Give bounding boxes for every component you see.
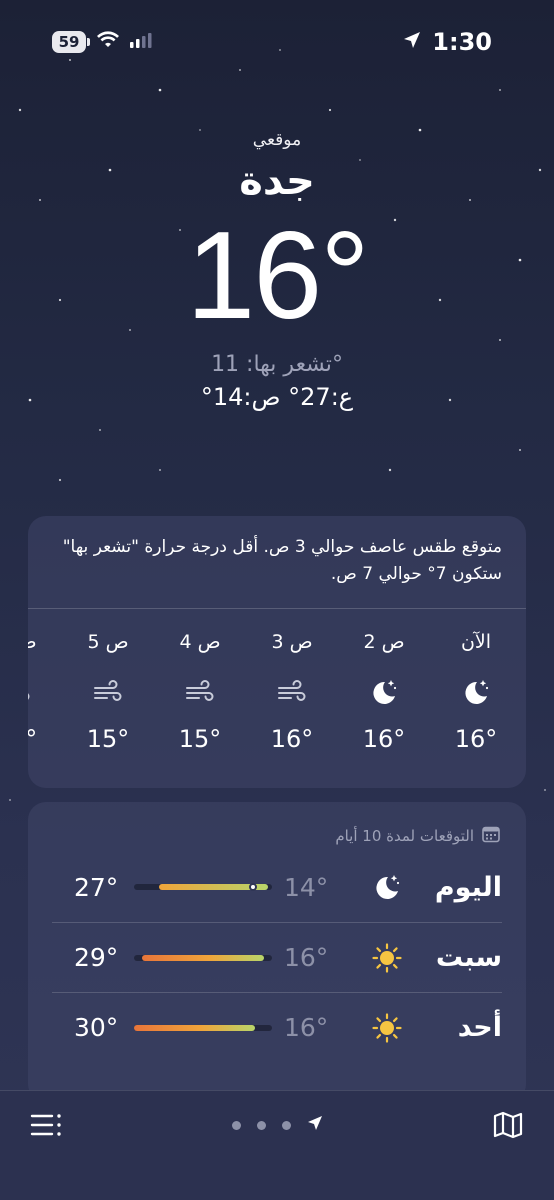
hour-temperature: 16° [454, 725, 498, 753]
ten-day-title: التوقعات لمدة 10 أيام [28, 802, 526, 852]
wind-icon [28, 663, 62, 721]
status-bar: 59 1:30 [0, 0, 554, 84]
hourly-item: 3 ص 16° [246, 609, 338, 753]
temperature-range-fill [142, 955, 264, 961]
battery-indicator: 59 [52, 31, 90, 53]
hour-label: 3 ص [271, 631, 313, 653]
hour-temperature: 14° [28, 725, 38, 753]
hourly-forecast-card[interactable]: متوقع طقس عاصف حوالي 3 ص. أقل درجة حرارة… [28, 516, 526, 788]
sun-icon [372, 1013, 402, 1047]
wind-icon [246, 663, 338, 721]
hour-label: 6 ص [28, 631, 62, 657]
ten-day-forecast-card[interactable]: التوقعات لمدة 10 أيام اليوم 14° 27° سبت 16° 2… [28, 802, 526, 1102]
hour-label: 2 ص [363, 631, 405, 653]
page-dot[interactable] [231, 1120, 241, 1130]
page-dot[interactable] [256, 1120, 266, 1130]
hourly-item: 2 ص 16° [338, 609, 430, 753]
feels-like: تشعر بها: 11° [211, 352, 343, 377]
hour-temperature: 16° [270, 725, 314, 753]
hour-temperature: 15° [86, 725, 130, 753]
day-low-temp: 14° [284, 872, 329, 902]
hour-temperature: 15° [178, 725, 222, 753]
hourly-item: 4 ص 15° [154, 609, 246, 753]
forecast-summary: متوقع طقس عاصف حوالي 3 ص. أقل درجة حرارة… [62, 537, 502, 584]
day-high-temp: 27° [74, 872, 119, 902]
wind-icon [62, 663, 154, 721]
hourly-item: الآن 16° [430, 609, 522, 753]
city-name: جدة [239, 158, 315, 204]
wifi-icon [96, 31, 120, 53]
hourly-item: 5 ص 15° [62, 609, 154, 753]
day-high-temp: 30° [74, 1013, 119, 1042]
location-label: موقعي [252, 130, 302, 150]
moon-stars-icon [372, 872, 402, 906]
wind-icon [154, 663, 246, 721]
hour-label: 5 ص [87, 631, 129, 653]
ten-day-title-text: التوقعات لمدة 10 أيام [335, 827, 474, 845]
day-low-temp: 16° [284, 1013, 329, 1042]
high-low: ع:27° ص:14° [200, 383, 354, 411]
bottom-toolbar [0, 1090, 554, 1200]
day-high-temp: 29° [74, 943, 119, 972]
moon-stars-icon [430, 663, 522, 721]
page-dot[interactable] [281, 1120, 291, 1130]
day-name: أحد [457, 1012, 502, 1043]
current-temp-marker [248, 883, 257, 891]
current-weather-header: موقعي جدة 16° تشعر بها: 11° ع:27° ص:14° [0, 130, 554, 411]
location-arrow-icon [402, 28, 422, 56]
calendar-icon [482, 825, 500, 847]
sun-icon [372, 943, 402, 977]
day-row[interactable]: اليوم 14° 27° [52, 852, 502, 922]
hour-label: 4 ص [179, 631, 221, 653]
temperature-range-bar [134, 955, 272, 961]
temperature-range-bar [134, 1025, 272, 1031]
hour-temperature: 16° [362, 725, 406, 753]
current-location-page-icon[interactable] [307, 1115, 323, 1135]
day-name: اليوم [434, 871, 502, 903]
day-row[interactable]: سبت 16° 29° [52, 922, 502, 992]
day-name: سبت [435, 942, 502, 973]
current-temperature: 16° [186, 207, 370, 345]
temperature-range-fill [134, 1025, 256, 1031]
day-low-temp: 16° [284, 943, 329, 972]
day-row[interactable]: أحد 16° 30° [52, 992, 502, 1062]
cellular-signal-icon [130, 32, 152, 52]
hourly-list[interactable]: الآن 16° 2 ص 16° 3 ص 16° 4 ص 15° 5 ص 15° 6 ص 14° [28, 609, 526, 753]
moon-stars-icon [338, 663, 430, 721]
map-button[interactable] [492, 1109, 524, 1145]
temperature-range-bar [134, 883, 272, 891]
hour-label: الآن [460, 631, 492, 653]
hourly-item: 6 ص 14° [28, 609, 62, 753]
clock: 1:30 [432, 28, 492, 56]
page-indicator[interactable] [0, 1115, 554, 1135]
